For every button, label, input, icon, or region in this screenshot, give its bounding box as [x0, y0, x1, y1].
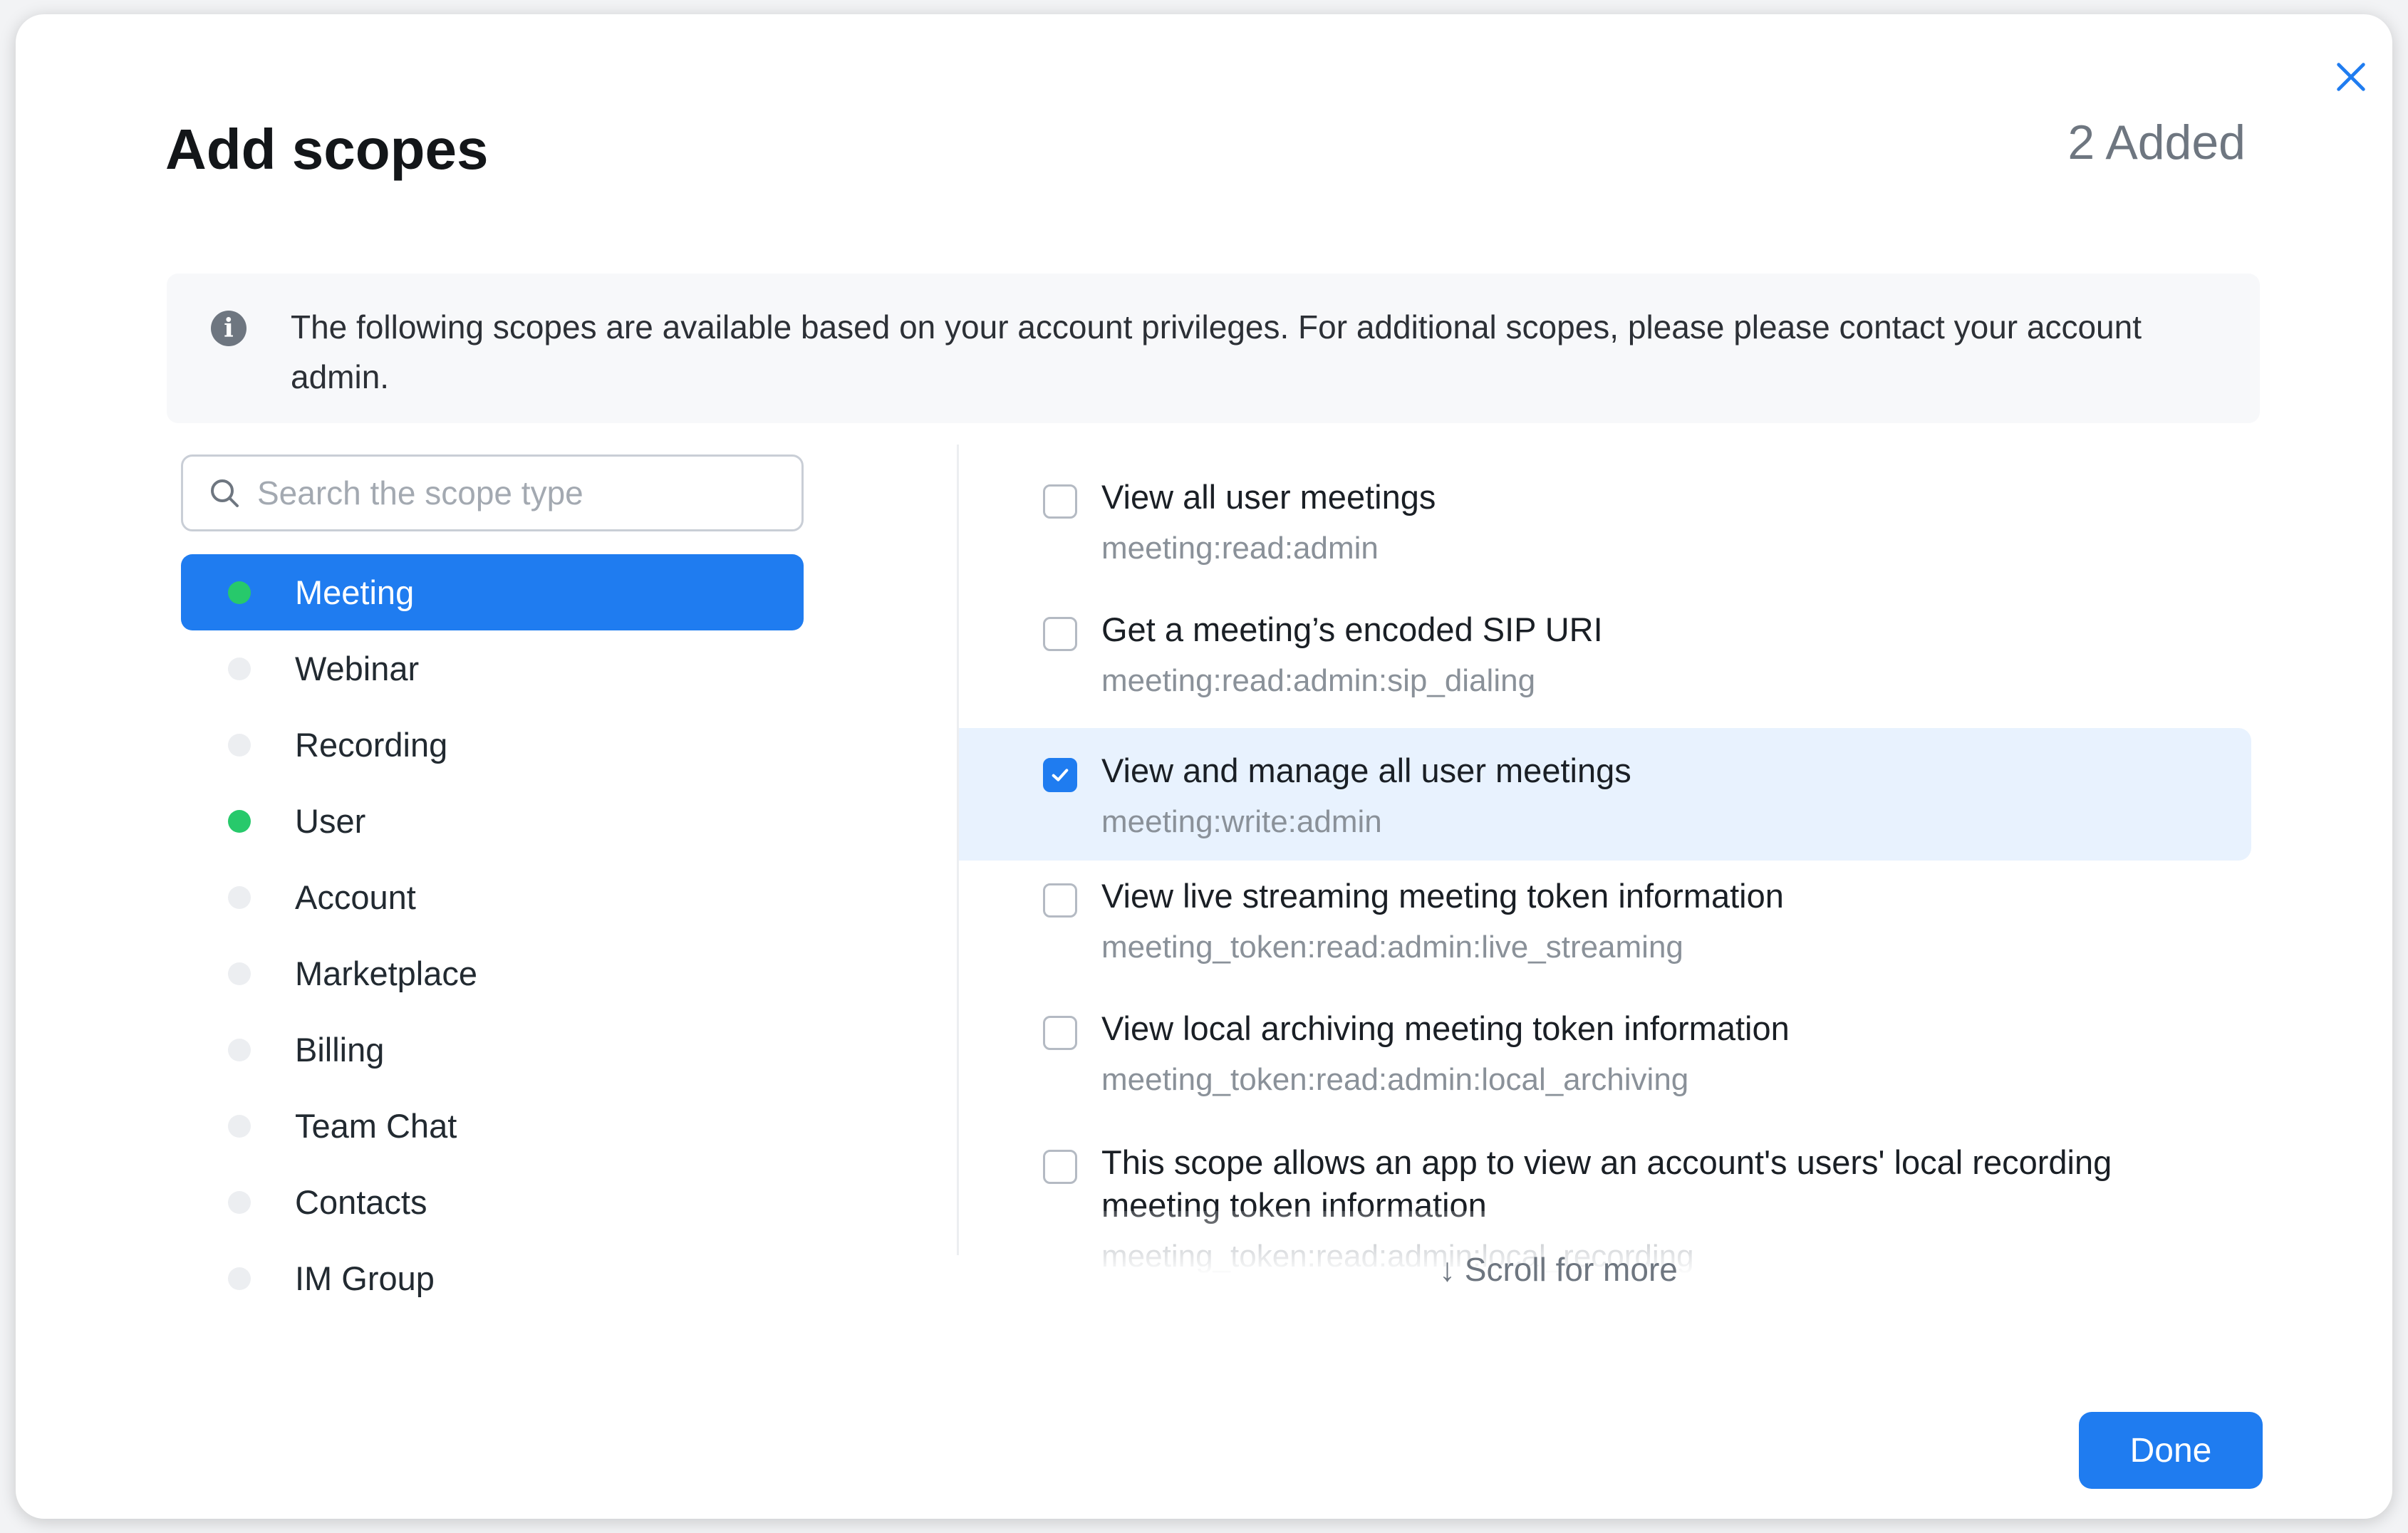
- selection-dot: [228, 733, 251, 757]
- close-button[interactable]: [2325, 51, 2377, 103]
- scope-checkbox[interactable]: [1043, 617, 1077, 651]
- category-label: Billing: [295, 1031, 385, 1069]
- add-scopes-dialog: Add scopes 2 Added i The following scope…: [16, 14, 2392, 1519]
- selection-dot: [228, 962, 251, 985]
- scope-row[interactable]: Get a meeting’s encoded SIP URI meeting:r…: [959, 587, 2251, 719]
- scope-row[interactable]: View live streaming meeting token inform…: [959, 853, 2251, 986]
- category-item-marketplace[interactable]: Marketplace: [181, 935, 804, 1012]
- info-icon: i: [211, 311, 246, 346]
- scope-checkbox[interactable]: [1043, 484, 1077, 519]
- category-item-webinar[interactable]: Webinar: [181, 630, 804, 707]
- category-label: Team Chat: [295, 1107, 457, 1145]
- category-item-billing[interactable]: Billing: [181, 1012, 804, 1088]
- category-label: User: [295, 802, 366, 840]
- info-banner: i The following scopes are available bas…: [167, 274, 2260, 423]
- selection-dot: [228, 885, 251, 909]
- scope-row[interactable]: View all user meetings meeting:read:admin: [959, 454, 2251, 587]
- category-item-account[interactable]: Account: [181, 859, 804, 935]
- checkmark-icon: [1052, 769, 1069, 781]
- selection-dot: [228, 809, 251, 833]
- added-count: 2 Added: [2067, 115, 2246, 170]
- selection-dot: [228, 1114, 251, 1138]
- scope-code: meeting:write:admin: [1101, 804, 1382, 839]
- scope-name: Get a meeting’s encoded SIP URI: [1101, 610, 1603, 648]
- scope-list[interactable]: View all user meetings meeting:read:admin…: [959, 454, 2251, 1275]
- category-item-contacts[interactable]: Contacts: [181, 1164, 804, 1240]
- category-label: Recording: [295, 726, 448, 764]
- category-item-meeting[interactable]: Meeting: [181, 554, 804, 630]
- search-box[interactable]: [181, 454, 804, 531]
- scope-name: View and manage all user meetings: [1101, 752, 1631, 789]
- scope-code: meeting:read:admin: [1101, 531, 1379, 566]
- info-text: The following scopes are available based…: [291, 308, 2142, 395]
- close-icon: [2337, 63, 2365, 91]
- scope-checkbox[interactable]: [1043, 1150, 1077, 1184]
- search-icon: [211, 479, 239, 507]
- dialog-title: Add scopes: [165, 118, 489, 181]
- scope-code: meeting:read:admin:sip_dialing: [1101, 663, 1536, 698]
- category-label: Webinar: [295, 650, 420, 687]
- category-label: Account: [295, 878, 416, 916]
- selection-dot: [228, 1267, 251, 1290]
- category-list: Meeting Webinar Recording User Account Market…: [181, 554, 804, 1316]
- scope-row[interactable]: View local archiving meeting token infor…: [959, 986, 2251, 1118]
- scope-name: View all user meetings: [1101, 478, 1436, 516]
- category-label: Marketplace: [295, 955, 477, 992]
- category-item-team-chat[interactable]: Team Chat: [181, 1088, 804, 1164]
- scroll-hint[interactable]: ↓ Scroll for more: [1439, 1247, 1678, 1292]
- category-item-im-group[interactable]: IM Group: [181, 1240, 804, 1316]
- done-button[interactable]: Done: [2079, 1412, 2263, 1489]
- selection-dot: [228, 1038, 251, 1061]
- category-label: Meeting: [295, 573, 415, 611]
- selection-dot: [228, 581, 251, 604]
- scope-code: meeting_token:read:admin:live_streaming: [1101, 930, 1683, 965]
- scope-row[interactable]: View and manage all user meetings meeting…: [959, 728, 2251, 861]
- scope-checkbox[interactable]: [1043, 1016, 1077, 1050]
- category-label: IM Group: [295, 1259, 435, 1297]
- category-item-user[interactable]: User: [181, 783, 804, 859]
- category-item-recording[interactable]: Recording: [181, 707, 804, 783]
- scope-name: View live streaming meeting token inform…: [1101, 877, 1784, 915]
- scope-checkbox[interactable]: [1043, 758, 1077, 792]
- scope-code: meeting_token:read:admin:local_archiving: [1101, 1062, 1689, 1097]
- scope-name: View local archiving meeting token infor…: [1101, 1009, 1790, 1047]
- category-label: Contacts: [295, 1183, 427, 1221]
- scope-checkbox[interactable]: [1043, 883, 1077, 918]
- selection-dot: [228, 1190, 251, 1214]
- search-input[interactable]: [257, 474, 799, 512]
- selection-dot: [228, 657, 251, 680]
